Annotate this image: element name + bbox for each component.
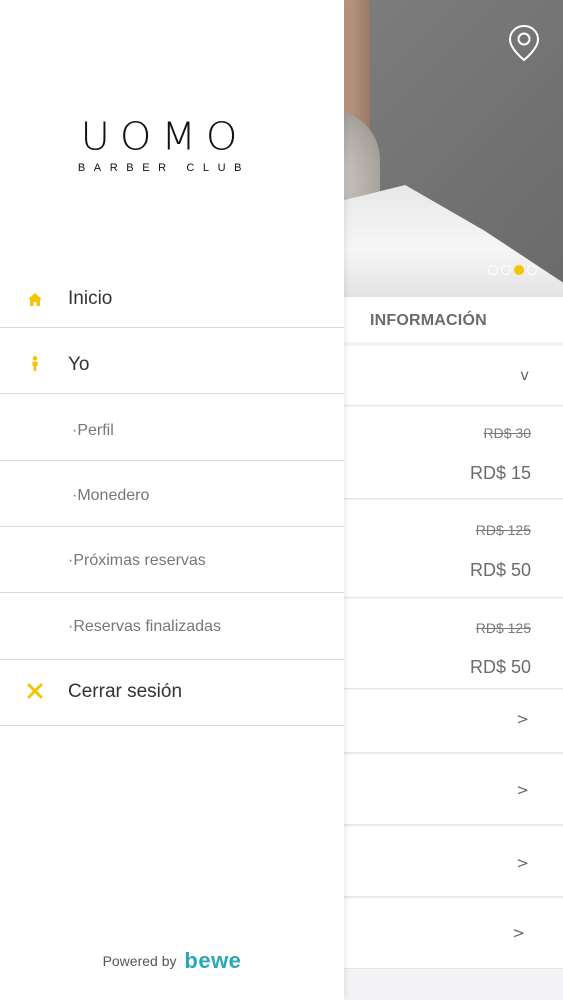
old-price: RD$ 125: [475, 620, 531, 636]
menu-subitem-label: ·Reservas finalizadas: [68, 618, 221, 635]
menu-item-reservas-finalizadas[interactable]: ·Reservas finalizadas: [0, 594, 344, 660]
menu-item-monedero[interactable]: ·Monedero: [0, 462, 344, 527]
logo-subtitle: BARBER CLUB: [77, 162, 251, 174]
menu-item-label: Inicio: [68, 288, 113, 309]
nav-row[interactable]: >: [344, 690, 563, 753]
new-price: RD$ 50: [469, 657, 531, 677]
old-price: RD$ 30: [483, 425, 531, 441]
powered-by-footer: Powered by bewe: [0, 946, 344, 973]
navigation-drawer: UOMO BARBER CLUB Inicio Yo ·Perfil ·Mone…: [0, 0, 344, 1000]
carousel-indicator: [488, 265, 537, 275]
menu-item-perfil[interactable]: ·Perfil: [0, 395, 344, 461]
powered-by-text: Powered by: [102, 953, 177, 969]
chevron-right-icon: >: [512, 924, 525, 942]
menu-item-proximas-reservas[interactable]: ·Próximas reservas: [0, 528, 344, 593]
menu-item-label: Cerrar sesión: [68, 681, 183, 702]
chevron-down-icon: v: [520, 366, 529, 384]
info-dropdown-row[interactable]: v: [344, 346, 563, 406]
nav-row[interactable]: >: [344, 755, 563, 825]
carousel-dot-active[interactable]: [514, 265, 524, 275]
uomo-logo: UOMO BARBER CLUB: [62, 116, 266, 178]
old-price: RD$ 125: [475, 522, 531, 538]
menu-subitem-label: ·Monedero: [72, 487, 150, 504]
carousel-dot[interactable]: [488, 265, 498, 275]
bewe-logo: bewe: [184, 948, 242, 973]
nav-row[interactable]: >: [344, 827, 563, 897]
new-price: RD$ 15: [469, 463, 531, 483]
chevron-right-icon: >: [516, 854, 529, 872]
menu-subitem-label: ·Perfil: [72, 422, 114, 439]
menu-item-inicio[interactable]: Inicio: [0, 268, 344, 328]
home-icon: [28, 293, 42, 306]
close-icon: [27, 683, 43, 699]
logo-wordmark: UOMO: [80, 115, 248, 159]
location-pin-icon[interactable]: [507, 24, 541, 62]
menu-item-cerrar-sesion[interactable]: Cerrar sesión: [0, 661, 344, 726]
new-price: RD$ 50: [469, 560, 531, 580]
menu-item-yo[interactable]: Yo: [0, 329, 344, 394]
menu-item-label: Yo: [68, 354, 90, 375]
section-title: INFORMACIÓN: [370, 312, 487, 329]
menu-subitem-label: ·Próximas reservas: [68, 552, 206, 569]
carousel-dot[interactable]: [501, 265, 511, 275]
chevron-right-icon: >: [516, 710, 529, 728]
chevron-right-icon: >: [516, 781, 529, 799]
nav-row[interactable]: >: [344, 899, 563, 969]
person-icon: [32, 356, 38, 371]
service-row[interactable]: RD$ 125 RD$ 50: [344, 599, 563, 689]
carousel-dot[interactable]: [527, 265, 537, 275]
service-row[interactable]: RD$ 125 RD$ 50: [344, 500, 563, 598]
service-row[interactable]: RD$ 30 RD$ 15: [344, 407, 563, 499]
